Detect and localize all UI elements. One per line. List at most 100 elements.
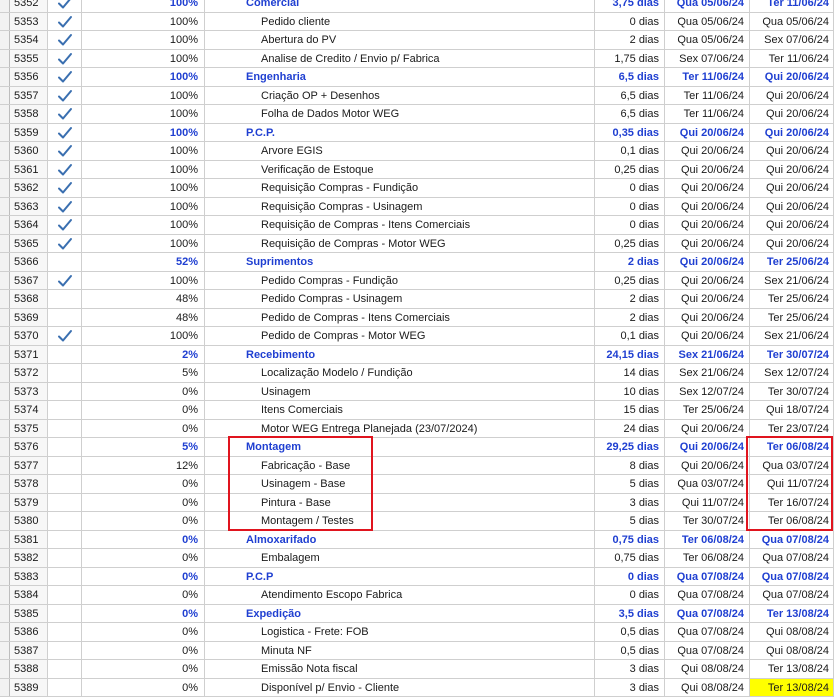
task-id[interactable]: 5384 [10, 586, 48, 604]
task-id[interactable]: 5368 [10, 290, 48, 308]
task-id[interactable]: 5386 [10, 623, 48, 641]
task-id[interactable]: 5380 [10, 512, 48, 530]
percent-complete[interactable]: 0% [82, 641, 205, 659]
start-date[interactable]: Qui 20/06/24 [665, 234, 750, 252]
start-date[interactable]: Qui 08/08/24 [665, 678, 750, 696]
percent-complete[interactable]: 100% [82, 68, 205, 86]
finish-date[interactable]: Sex 21/06/24 [750, 327, 834, 345]
percent-complete[interactable]: 0% [82, 586, 205, 604]
task-id[interactable]: 5378 [10, 475, 48, 493]
task-id[interactable]: 5383 [10, 567, 48, 585]
task-name[interactable]: Minuta NF [205, 641, 595, 659]
task-name[interactable]: Pintura - Base [205, 493, 595, 511]
percent-complete[interactable]: 100% [82, 105, 205, 123]
percent-complete[interactable]: 0% [82, 623, 205, 641]
start-date[interactable]: Qui 20/06/24 [665, 290, 750, 308]
duration[interactable]: 0,35 dias [595, 123, 665, 141]
duration[interactable]: 24,15 dias [595, 345, 665, 363]
percent-complete[interactable]: 0% [82, 567, 205, 585]
start-date[interactable]: Sex 21/06/24 [665, 345, 750, 363]
task-id[interactable]: 5389 [10, 678, 48, 696]
finish-date[interactable]: Qui 18/07/24 [750, 401, 834, 419]
percent-complete[interactable]: 52% [82, 253, 205, 271]
duration[interactable]: 0 dias [595, 567, 665, 585]
percent-complete[interactable]: 0% [82, 660, 205, 678]
table-row[interactable]: 5378 0% Usinagem - Base 5 dias Qua 03/07/24 Q… [0, 475, 834, 494]
start-date[interactable]: Qui 20/06/24 [665, 142, 750, 160]
task-id[interactable]: 5353 [10, 12, 48, 30]
table-row[interactable]: 5379 0% Pintura - Base 3 dias Qui 11/07/24 Te… [0, 493, 834, 512]
finish-date[interactable]: Ter 13/08/24 [750, 678, 834, 696]
finish-date[interactable]: Ter 30/07/24 [750, 382, 834, 400]
duration[interactable]: 0,1 dias [595, 327, 665, 345]
task-name[interactable]: Folha de Dados Motor WEG [205, 105, 595, 123]
start-date[interactable]: Ter 11/06/24 [665, 105, 750, 123]
table-row[interactable]: 5364 100% Requisição de Compras - Itens Co… [0, 216, 834, 235]
task-name[interactable]: Montagem / Testes [205, 512, 595, 530]
duration[interactable]: 0,5 dias [595, 641, 665, 659]
table-row[interactable]: 5352 100% Comercial 3,75 dias Qua 05/06/24 Te… [0, 0, 834, 13]
start-date[interactable]: Qui 20/06/24 [665, 197, 750, 215]
table-row[interactable]: 5354 100% Abertura do PV 2 dias Qua 05/06/24… [0, 31, 834, 50]
percent-complete[interactable]: 100% [82, 123, 205, 141]
table-row[interactable]: 5375 0% Motor WEG Entrega Planejada (23/07… [0, 419, 834, 438]
start-date[interactable]: Qua 07/08/24 [665, 641, 750, 659]
task-id[interactable]: 5374 [10, 401, 48, 419]
duration[interactable]: 3,75 dias [595, 0, 665, 12]
table-row[interactable]: 5377 12% Fabricação - Base 8 dias Qui 20/06/… [0, 456, 834, 475]
task-id[interactable]: 5359 [10, 123, 48, 141]
finish-date[interactable]: Qui 20/06/24 [750, 105, 834, 123]
finish-date[interactable]: Qui 20/06/24 [750, 216, 834, 234]
percent-complete[interactable]: 0% [82, 401, 205, 419]
task-id[interactable]: 5352 [10, 0, 48, 12]
duration[interactable]: 2 dias [595, 253, 665, 271]
percent-complete[interactable]: 100% [82, 327, 205, 345]
summary-task-name[interactable]: Montagem [205, 438, 595, 456]
task-id[interactable]: 5372 [10, 364, 48, 382]
task-name[interactable]: Atendimento Escopo Fabrica [205, 586, 595, 604]
finish-date[interactable]: Qui 08/08/24 [750, 641, 834, 659]
percent-complete[interactable]: 0% [82, 530, 205, 548]
finish-date[interactable]: Ter 13/08/24 [750, 660, 834, 678]
start-date[interactable]: Qui 20/06/24 [665, 419, 750, 437]
percent-complete[interactable]: 100% [82, 142, 205, 160]
table-row[interactable]: 5386 0% Logistica - Frete: FOB 0,5 dias Qua … [0, 623, 834, 642]
duration[interactable]: 6,5 dias [595, 86, 665, 104]
finish-date[interactable]: Qui 11/07/24 [750, 475, 834, 493]
duration[interactable]: 0,25 dias [595, 234, 665, 252]
start-date[interactable]: Qui 20/06/24 [665, 456, 750, 474]
percent-complete[interactable]: 0% [82, 678, 205, 696]
task-id[interactable]: 5364 [10, 216, 48, 234]
task-id[interactable]: 5360 [10, 142, 48, 160]
task-name[interactable]: Fabricação - Base [205, 456, 595, 474]
start-date[interactable]: Qua 05/06/24 [665, 12, 750, 30]
task-id[interactable]: 5366 [10, 253, 48, 271]
start-date[interactable]: Qua 03/07/24 [665, 475, 750, 493]
finish-date[interactable]: Qua 07/08/24 [750, 530, 834, 548]
duration[interactable]: 0 dias [595, 197, 665, 215]
start-date[interactable]: Qui 20/06/24 [665, 327, 750, 345]
task-name[interactable]: Criação OP + Desenhos [205, 86, 595, 104]
task-id[interactable]: 5370 [10, 327, 48, 345]
percent-complete[interactable]: 12% [82, 456, 205, 474]
start-date[interactable]: Qua 05/06/24 [665, 31, 750, 49]
table-row[interactable]: 5387 0% Minuta NF 0,5 dias Qua 07/08/24 Qui 0… [0, 641, 834, 660]
duration[interactable]: 2 dias [595, 290, 665, 308]
task-name[interactable]: Usinagem [205, 382, 595, 400]
duration[interactable]: 8 dias [595, 456, 665, 474]
finish-date[interactable]: Ter 25/06/24 [750, 253, 834, 271]
duration[interactable]: 5 dias [595, 475, 665, 493]
percent-complete[interactable]: 5% [82, 364, 205, 382]
start-date[interactable]: Sex 21/06/24 [665, 364, 750, 382]
table-row[interactable]: 5369 48% Pedido de Compras - Itens Comerci… [0, 308, 834, 327]
table-row[interactable]: 5365 100% Requisição de Compras - Motor WE… [0, 234, 834, 253]
finish-date[interactable]: Qui 08/08/24 [750, 623, 834, 641]
duration[interactable]: 29,25 dias [595, 438, 665, 456]
finish-date[interactable]: Qua 03/07/24 [750, 456, 834, 474]
finish-date[interactable]: Qua 05/06/24 [750, 12, 834, 30]
percent-complete[interactable]: 100% [82, 0, 205, 12]
task-name[interactable]: Pedido Compras - Fundição [205, 271, 595, 289]
table-row[interactable]: 5372 5% Localização Modelo / Fundição 14 di… [0, 364, 834, 383]
summary-task-name[interactable]: P.C.P [205, 567, 595, 585]
task-id[interactable]: 5369 [10, 308, 48, 326]
